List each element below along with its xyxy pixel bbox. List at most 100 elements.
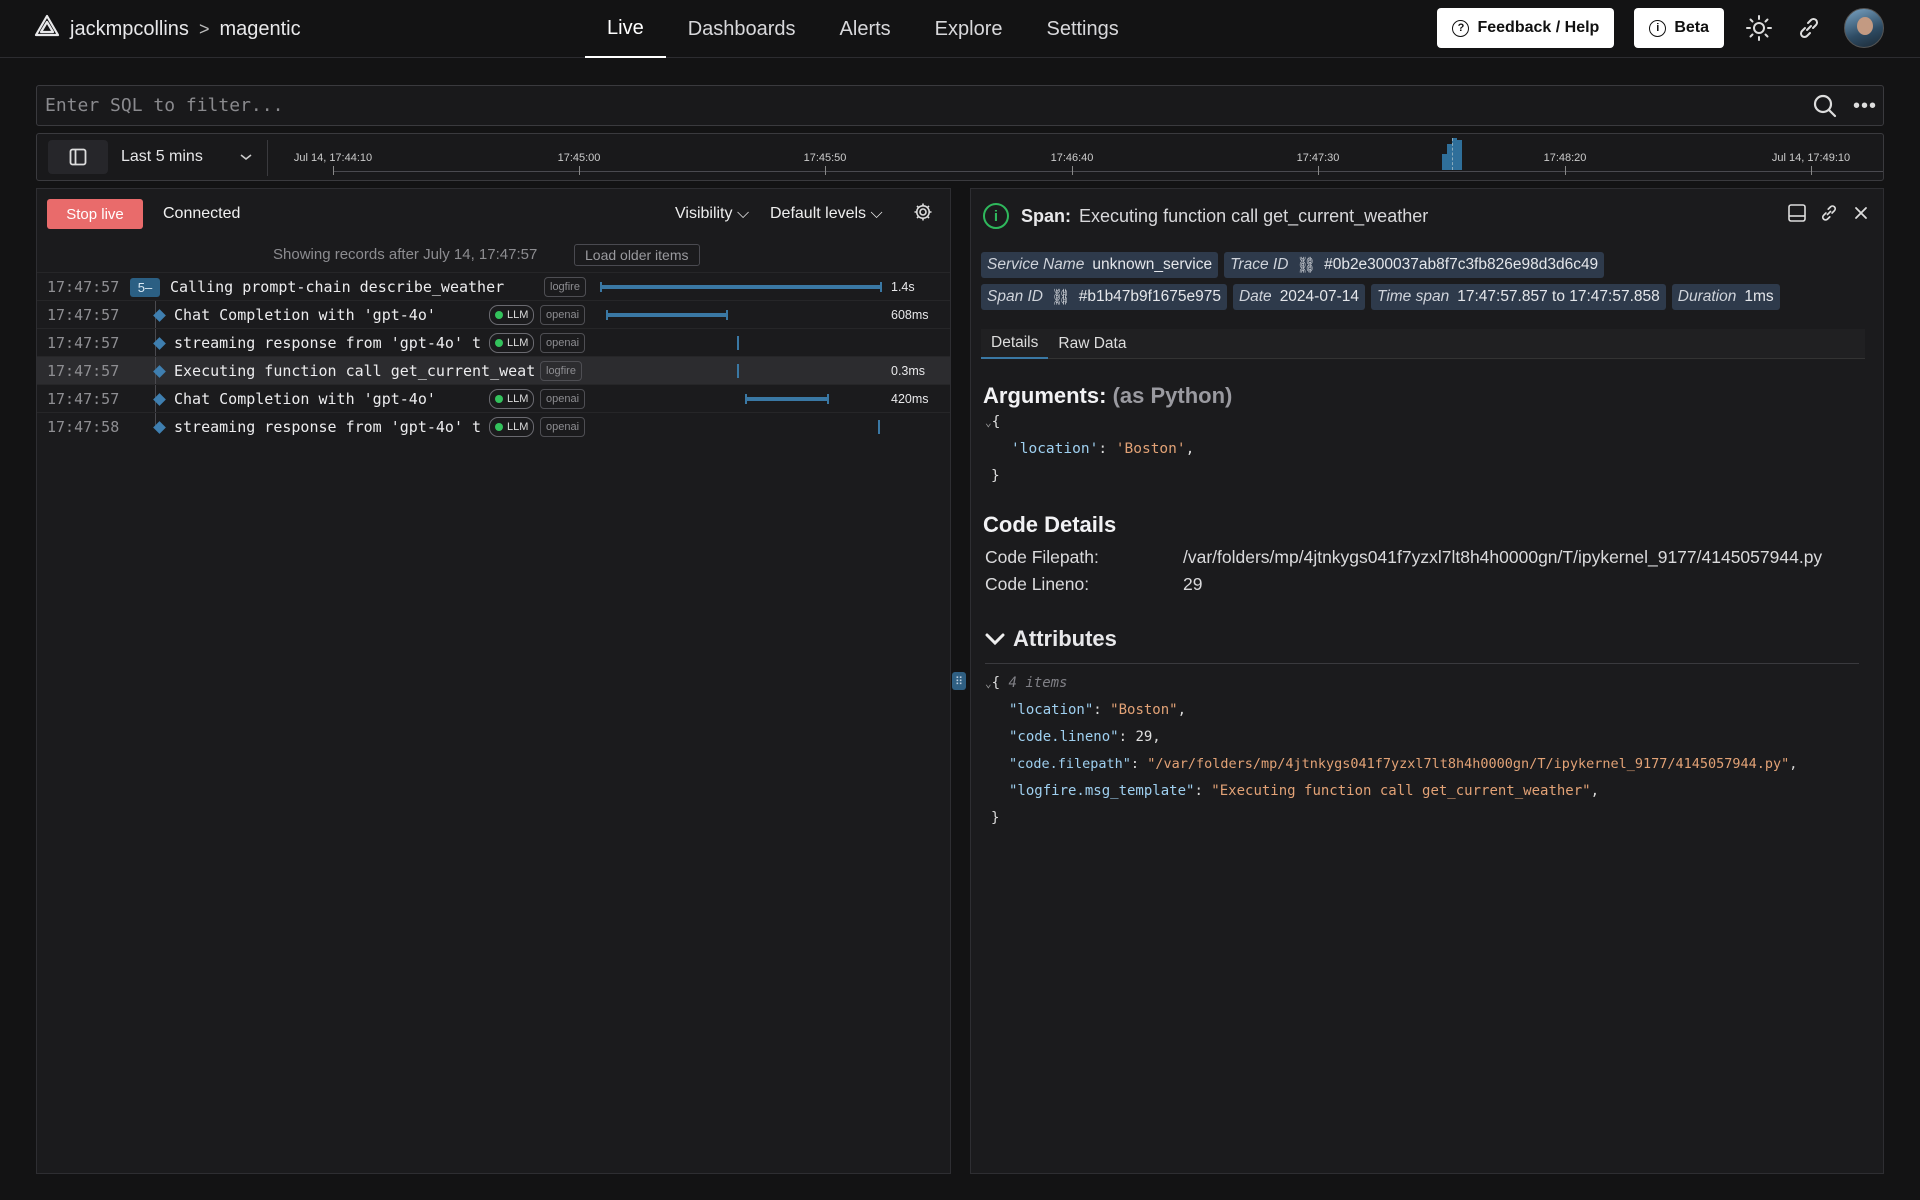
waterfall-bar (737, 364, 739, 378)
span-title: Executing function call get_current_weat… (1079, 205, 1429, 226)
time-range-select[interactable]: Last 5 mins (121, 140, 253, 174)
attributes-toggle[interactable]: Attributes (985, 626, 1117, 652)
row-timestamp: 17:47:57 (47, 278, 120, 296)
timeline-tick-label: Jul 14, 17:49:10 (1771, 152, 1851, 164)
tag-badge: openai (540, 333, 586, 353)
attribute-value: "Executing function call get_current_wea… (1211, 783, 1591, 799)
chip-key: Trace ID (1230, 256, 1289, 273)
span-id-chip[interactable]: Span ID ⛓ #b1b47b9f1675e975 (981, 284, 1227, 310)
time-span-chip: Time span 17:47:57.857 to 17:47:57.858 (1370, 284, 1666, 310)
logfire-logo-icon[interactable] (34, 14, 60, 44)
row-duration: 420ms (891, 392, 929, 406)
link-icon[interactable] (1819, 203, 1839, 223)
avatar[interactable] (1844, 8, 1884, 48)
chip-value: 17:47:57.857 to 17:47:57.858 (1457, 288, 1660, 305)
date-chip: Date 2024-07-14 (1232, 284, 1365, 310)
feedback-help-button[interactable]: ? Feedback / Help (1437, 8, 1615, 48)
tab-dashboards[interactable]: Dashboards (666, 0, 818, 58)
row-span-name: Chat Completion with 'gpt-4o' (174, 306, 436, 324)
attributes-title: Attributes (1013, 626, 1117, 651)
chip-value: unknown_service (1092, 256, 1213, 273)
code-lineno-row: Code Lineno: 29 (985, 574, 1202, 595)
stop-live-button[interactable]: Stop live (47, 199, 143, 229)
span-header-actions (1787, 203, 1871, 223)
chip-key: Span ID (987, 288, 1044, 305)
timeline-tick-label: 17:45:50 (803, 152, 847, 164)
breadcrumb-project[interactable]: magentic (219, 18, 300, 41)
more-options-icon[interactable]: ••• (1853, 96, 1876, 116)
code-line: } (991, 468, 1000, 484)
tab-explore[interactable]: Explore (913, 0, 1025, 58)
row-duration: 0.3ms (891, 364, 926, 378)
trace-id-chip[interactable]: Trace ID ⛓ #0b2e300037ab8f7c3fb826e98d3d6c… (1224, 252, 1605, 278)
span-label: Span: (1021, 205, 1072, 226)
info-icon: i (1649, 19, 1667, 37)
levels-label: Default levels (770, 205, 867, 222)
info-icon: i (983, 203, 1009, 229)
chevron-down-icon: ⌵ (732, 205, 750, 222)
code-line: ⌄{ 4 items (985, 675, 1068, 691)
sql-filter-bar: ••• (36, 85, 1884, 126)
row-span-name: Executing function call get_current_weat (174, 362, 536, 380)
timeline-tick-label: 17:47:30 (1296, 152, 1340, 164)
tab-alerts[interactable]: Alerts (818, 0, 913, 58)
sql-filter-input[interactable] (37, 95, 1813, 116)
gear-icon[interactable] (913, 202, 935, 224)
tab-settings[interactable]: Settings (1024, 0, 1140, 58)
chip-value: 1ms (1744, 288, 1774, 305)
details-tabs: Details Raw Data (981, 329, 1865, 359)
table-row[interactable]: 17:47:58 streaming response from 'gpt-4o… (37, 412, 950, 440)
help-circle-icon: ? (1452, 19, 1470, 37)
connection-status: Connected (163, 205, 241, 222)
tag-badge: LLM (489, 305, 535, 325)
table-row[interactable]: 17:47:57 5– Calling prompt-chain describ… (37, 272, 950, 300)
beta-button[interactable]: i Beta (1634, 8, 1724, 48)
code-line: "code.lineno": 29, (1009, 729, 1161, 745)
code-line: 'location': 'Boston', (1011, 441, 1195, 457)
top-right-actions: ? Feedback / Help i Beta (1437, 8, 1884, 48)
collapse-toggle-icon[interactable]: ⌄ (985, 416, 992, 429)
row-duration: 608ms (891, 308, 929, 322)
live-toolbar: Stop live Connected Visibility ⌵ Default… (37, 189, 950, 239)
table-row[interactable]: 17:47:57 Executing function call get_cur… (37, 356, 950, 385)
timeline-tick (825, 166, 826, 175)
span-meta-chips: Service Name unknown_service Trace ID ⛓ #0b… (981, 252, 1605, 278)
beta-label: Beta (1674, 19, 1709, 36)
timeline-tick-label: 17:48:20 (1543, 152, 1587, 164)
load-older-button[interactable]: Load older items (574, 244, 700, 266)
collapse-toggle-icon[interactable]: ⌄ (985, 677, 992, 690)
waterfall-bar (745, 394, 829, 404)
timeline-divider (267, 140, 268, 176)
waterfall-bar (737, 336, 739, 350)
chip-key: Date (1238, 288, 1272, 305)
tab-details[interactable]: Details (981, 329, 1049, 359)
child-count-badge[interactable]: 5– (130, 278, 160, 297)
close-icon[interactable] (1851, 203, 1871, 223)
attribute-value: "/var/folders/mp/4jtnkygs041f7yzxl7lt8h4… (1147, 756, 1790, 772)
search-icon[interactable] (1813, 93, 1839, 119)
code-lineno-label: Code Lineno: (985, 574, 1090, 594)
theme-sun-icon[interactable] (1744, 13, 1774, 43)
code-line: "location": "Boston", (1009, 702, 1187, 718)
timeline-axis[interactable] (333, 171, 1883, 172)
visibility-dropdown[interactable]: Visibility ⌵ (675, 205, 749, 223)
link-icon[interactable] (1794, 13, 1824, 43)
panel-layout-icon[interactable] (1787, 203, 1807, 223)
tab-live[interactable]: Live (585, 0, 666, 58)
argument-key: 'location' (1011, 441, 1099, 457)
sidebar-toggle-button[interactable] (48, 140, 108, 174)
tab-raw-data[interactable]: Raw Data (1048, 329, 1136, 359)
levels-dropdown[interactable]: Default levels ⌵ (770, 205, 883, 223)
table-row[interactable]: 17:47:57 streaming response from 'gpt-4o… (37, 328, 950, 357)
top-nav: jackmpcollins > magentic Live Dashboards… (0, 0, 1920, 58)
timeline-histogram-bar[interactable] (1457, 140, 1462, 170)
span-meta-chips: Span ID ⛓ #b1b47b9f1675e975 Date 2024-07-14… (981, 284, 1780, 310)
chevron-down-icon (985, 633, 1005, 646)
table-row[interactable]: 17:47:57 Chat Completion with 'gpt-4o' L… (37, 300, 950, 329)
table-row[interactable]: 17:47:57 Chat Completion with 'gpt-4o' L… (37, 384, 950, 413)
code-line: "code.filepath": "/var/folders/mp/4jtnky… (1009, 756, 1798, 772)
row-timestamp: 17:47:57 (47, 306, 120, 324)
breadcrumb-org[interactable]: jackmpcollins (70, 18, 189, 41)
panel-resize-handle[interactable]: ⠿ (952, 672, 966, 690)
attribute-key: "location" (1009, 702, 1094, 718)
